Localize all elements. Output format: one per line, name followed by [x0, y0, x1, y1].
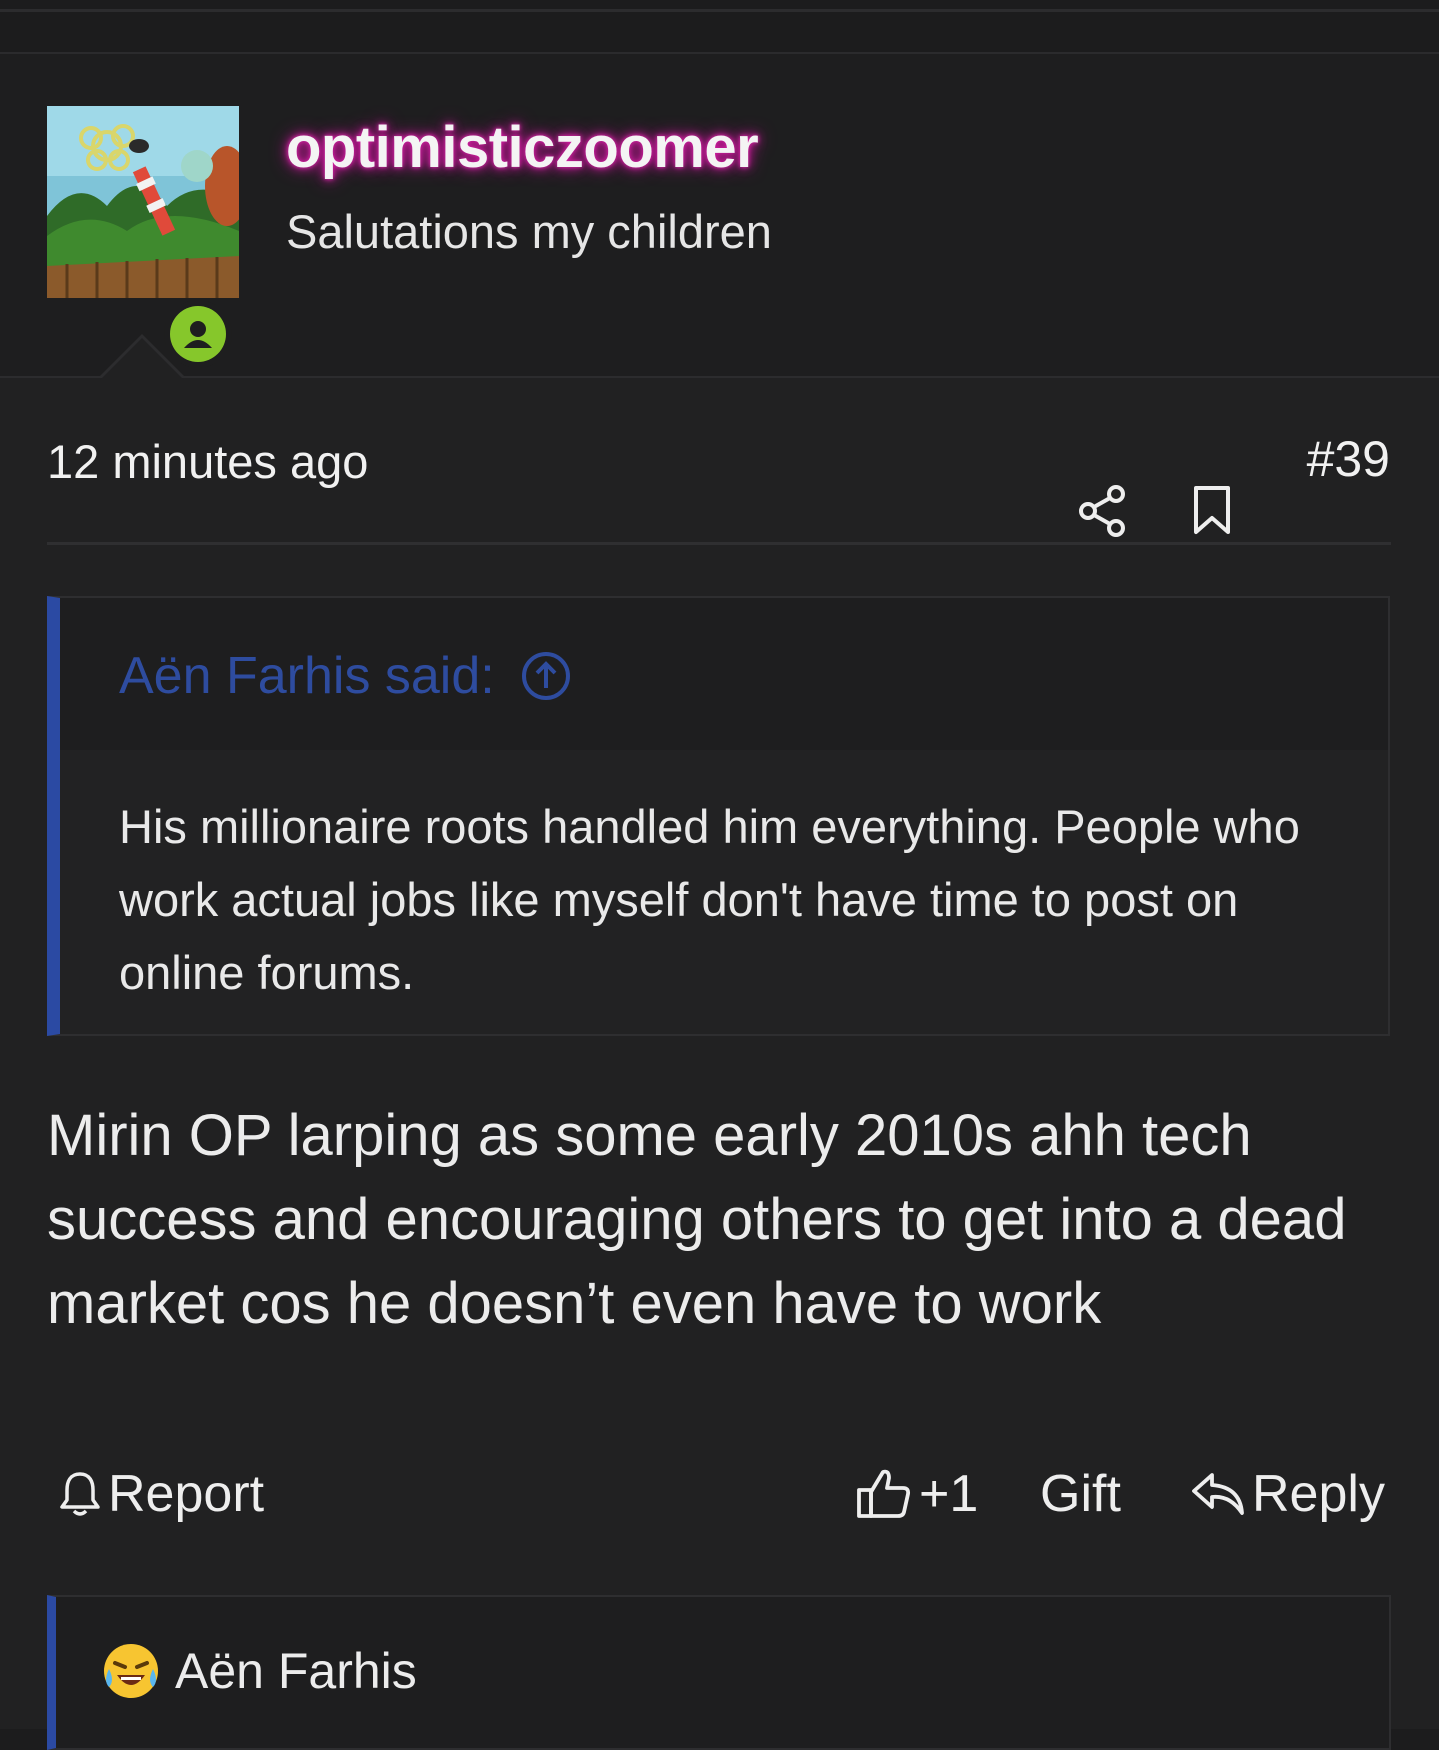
username[interactable]: optimisticzoomer: [286, 114, 759, 181]
bookmark-icon[interactable]: [1190, 484, 1234, 536]
gift-button[interactable]: Gift: [1040, 1454, 1121, 1534]
post-timestamp[interactable]: 12 minutes ago: [47, 434, 368, 489]
reply-arrow-icon: [1192, 1473, 1244, 1515]
reaction-user[interactable]: Aën Farhis: [175, 1642, 417, 1700]
quote-block: Aën Farhis said: His millionaire roots h…: [47, 596, 1390, 1036]
thumbs-up-icon: [857, 1469, 911, 1518]
user-title: Salutations my children: [286, 205, 772, 258]
like-count: +1: [919, 1465, 979, 1523]
top-divider: [0, 9, 1439, 12]
user-block: optimisticzoomer Salutations my children: [0, 54, 1439, 378]
forum-post: optimisticzoomer Salutations my children…: [0, 52, 1439, 1750]
report-label: Report: [108, 1465, 265, 1523]
bell-icon: [60, 1472, 100, 1516]
post-message: Mirin OP larping as some early 2010s ahh…: [47, 1103, 1347, 1336]
laughing-crying-emoji-icon: [104, 1644, 158, 1698]
gift-label: Gift: [1040, 1465, 1121, 1523]
avatar-image: [47, 106, 239, 298]
post-number[interactable]: #39: [1307, 430, 1390, 488]
quote-author[interactable]: Aën Farhis said:: [119, 646, 495, 706]
quote-header[interactable]: Aën Farhis said:: [60, 598, 1388, 750]
quote-text: His millionaire roots handled him everyt…: [119, 800, 1300, 999]
arrow-up-circle-icon[interactable]: [520, 650, 572, 702]
report-button[interactable]: Report: [58, 1454, 264, 1534]
reply-label: Reply: [1252, 1465, 1385, 1523]
reply-button[interactable]: Reply: [1190, 1454, 1385, 1534]
share-icon[interactable]: [1078, 484, 1128, 538]
post-actions: Report +1 Gift Reply: [0, 1454, 1439, 1534]
meta-divider: [47, 542, 1391, 545]
avatar[interactable]: [47, 106, 239, 298]
reaction-item[interactable]: Aën Farhis: [101, 1641, 417, 1701]
like-button[interactable]: +1: [855, 1454, 978, 1534]
